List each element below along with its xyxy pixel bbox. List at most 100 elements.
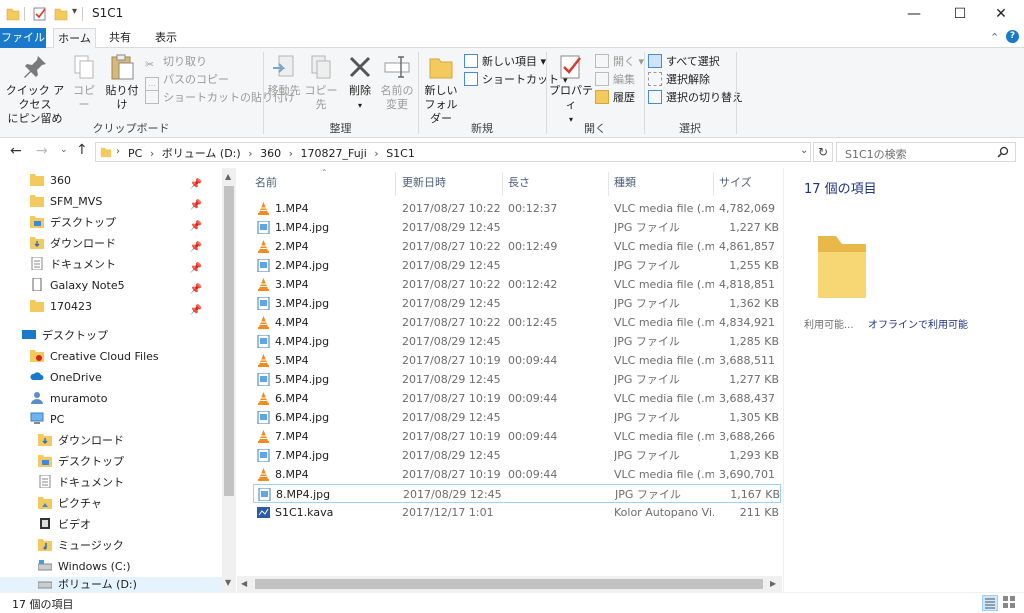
breadcrumb-s1c1[interactable]: S1C1: [386, 147, 415, 160]
tab-share[interactable]: 共有: [102, 28, 138, 48]
rename-button[interactable]: 名前の 変更: [378, 52, 416, 112]
file-row[interactable]: S1C1.kava 2017/12/17 1:01 Kolor Autopano V…: [253, 503, 781, 522]
collapse-ribbon-icon[interactable]: ⌃: [990, 31, 999, 44]
file-row[interactable]: 6.MP4.jpg 2017/08/29 12:45 JPG ファイル 1,305 K…: [253, 408, 781, 427]
file-length: 00:09:44: [508, 392, 558, 405]
nav-item-documents-quick[interactable]: ドキュメント 📌: [30, 254, 220, 275]
pin-quick-access-button[interactable]: クイック アクセス にピン留め: [4, 52, 66, 126]
history-button[interactable]: 履歴: [595, 89, 635, 107]
properties-qa-icon[interactable]: [32, 6, 48, 22]
recent-locations-icon[interactable]: ⌄: [60, 145, 68, 155]
file-date: 2017/12/17 1:01: [402, 506, 494, 519]
nav-item-volume-d[interactable]: ボリューム (D:): [0, 577, 222, 592]
nav-scrollbar[interactable]: ▲ ▼: [222, 168, 236, 592]
file-row[interactable]: 4.MP4.jpg 2017/08/29 12:45 JPG ファイル 1,285 K…: [253, 332, 781, 351]
refresh-icon[interactable]: ↻: [813, 142, 833, 162]
breadcrumb-170827-fuji[interactable]: 170827_Fuji: [300, 147, 366, 160]
nav-item-sfm-mvs[interactable]: SFM_MVS 📌: [30, 191, 220, 212]
file-row[interactable]: 5.MP4 2017/08/27 10:19 00:09:44 VLC media f…: [253, 351, 781, 370]
breadcrumb-360[interactable]: 360: [260, 147, 281, 160]
scroll-left-icon[interactable]: ◀: [241, 579, 247, 588]
nav-item-windows-c[interactable]: Windows (C:): [38, 556, 131, 577]
address-dropdown-icon[interactable]: ⌄: [800, 145, 808, 156]
nav-item-documents[interactable]: ドキュメント: [38, 472, 124, 493]
column-header-length[interactable]: 長さ: [508, 172, 530, 194]
new-folder-button[interactable]: 新しい フォルダー: [420, 52, 462, 126]
scroll-thumb[interactable]: [224, 186, 234, 496]
copy-button[interactable]: コピー: [68, 52, 100, 112]
file-row[interactable]: 5.MP4.jpg 2017/08/29 12:45 JPG ファイル 1,277 K…: [253, 370, 781, 389]
copy-to-button[interactable]: コピー先: [303, 52, 339, 112]
open-button[interactable]: 開く ▾: [595, 53, 644, 71]
file-row[interactable]: 3.MP4.jpg 2017/08/29 12:45 JPG ファイル 1,362 K…: [253, 294, 781, 313]
file-row[interactable]: 2.MP4.jpg 2017/08/29 12:45 JPG ファイル 1,255 K…: [253, 256, 781, 275]
copy-path-button[interactable]: … パスのコピー: [145, 71, 229, 91]
nav-item-music[interactable]: ミュージック: [38, 535, 124, 556]
close-button[interactable]: ✕: [978, 0, 1024, 28]
tab-home[interactable]: ホーム: [53, 28, 96, 49]
column-header-date[interactable]: 更新日時: [402, 172, 446, 194]
nav-item-downloads[interactable]: ダウンロード: [38, 430, 124, 451]
file-row[interactable]: 1.MP4.jpg 2017/08/29 12:45 JPG ファイル 1,227 K…: [253, 218, 781, 237]
large-icons-view-icon[interactable]: [1002, 595, 1018, 611]
nav-item-desktop[interactable]: デスクトップ: [22, 325, 108, 346]
search-box[interactable]: S1C1の検索: [836, 142, 1016, 162]
nav-item-360[interactable]: 360 📌: [30, 170, 220, 191]
nav-item-pictures[interactable]: ピクチャ: [38, 493, 102, 514]
new-item-button[interactable]: 新しい項目 ▾: [464, 53, 546, 71]
nav-item-videos[interactable]: ビデオ: [38, 514, 91, 535]
horizontal-scrollbar[interactable]: ◀ ▶: [237, 576, 782, 592]
file-row[interactable]: 6.MP4 2017/08/27 10:19 00:09:44 VLC media f…: [253, 389, 781, 408]
qa-dropdown-icon[interactable]: ▾: [72, 6, 77, 17]
nav-item-desktop-quick[interactable]: デスクトップ 📌: [30, 212, 220, 233]
breadcrumb-volume-d[interactable]: ボリューム (D:): [162, 147, 241, 160]
edit-button[interactable]: 編集: [595, 71, 635, 89]
minimize-button[interactable]: —: [891, 0, 937, 28]
column-header-name[interactable]: 名前: [255, 172, 277, 194]
file-row[interactable]: 8.MP4 2017/08/27 10:19 00:09:44 VLC media f…: [253, 465, 781, 484]
select-none-button[interactable]: 選択解除: [648, 71, 710, 89]
cut-button[interactable]: ✂ 切り取り: [145, 53, 207, 71]
scroll-right-icon[interactable]: ▶: [770, 579, 776, 588]
scroll-up-icon[interactable]: ▲: [225, 172, 231, 181]
details-view-icon[interactable]: [982, 595, 998, 611]
help-icon[interactable]: ?: [1006, 30, 1019, 43]
nav-item-user[interactable]: muramoto: [30, 388, 107, 409]
nav-item-170423[interactable]: 170423 📌: [30, 296, 220, 317]
scroll-thumb[interactable]: [255, 579, 763, 589]
file-row[interactable]: 7.MP4 2017/08/27 10:19 00:09:44 VLC media f…: [253, 427, 781, 446]
nav-item-onedrive[interactable]: OneDrive: [30, 367, 102, 388]
column-header-type[interactable]: 種類: [614, 172, 636, 194]
file-row[interactable]: 1.MP4 2017/08/27 10:22 00:12:37 VLC media f…: [253, 199, 781, 218]
address-bar[interactable]: › PC › ボリューム (D:) › 360 › 170827_Fuji › …: [95, 142, 811, 162]
nav-item-creative-cloud[interactable]: Creative Cloud Files: [30, 346, 159, 367]
select-all-button[interactable]: すべて選択: [648, 53, 720, 71]
maximize-button[interactable]: ☐: [937, 0, 983, 28]
nav-item-pc[interactable]: PC: [30, 409, 64, 430]
file-row[interactable]: 3.MP4 2017/08/27 10:22 00:12:42 VLC media f…: [253, 275, 781, 294]
tab-view[interactable]: 表示: [146, 28, 186, 48]
search-icon[interactable]: [997, 146, 1009, 158]
paste-button[interactable]: 貼り付け: [102, 52, 142, 112]
up-arrow-icon[interactable]: ↑: [76, 142, 88, 158]
breadcrumb-pc[interactable]: PC: [128, 147, 142, 160]
file-row[interactable]: 2.MP4 2017/08/27 10:22 00:12:49 VLC media f…: [253, 237, 781, 256]
file-row[interactable]: 4.MP4 2017/08/27 10:22 00:12:45 VLC media f…: [253, 313, 781, 332]
back-arrow-icon[interactable]: ←: [10, 143, 22, 159]
item-count-heading: 17 個の項目: [804, 182, 877, 197]
forward-arrow-icon[interactable]: →: [36, 143, 48, 159]
nav-item-downloads-quick[interactable]: ダウンロード 📌: [30, 233, 220, 254]
properties-button[interactable]: プロパティ ▾: [549, 52, 593, 127]
tab-file[interactable]: ファイル: [0, 28, 46, 48]
nav-item-galaxy-note5[interactable]: Galaxy Note5 📌: [30, 275, 220, 296]
delete-button[interactable]: 削除 ▾: [343, 52, 377, 113]
new-folder-qa-icon[interactable]: [54, 6, 68, 22]
invert-selection-button[interactable]: 選択の切り替え: [648, 89, 743, 107]
file-row[interactable]: 8.MP4.jpg 2017/08/29 12:45 JPG ファイル 1,167 K…: [253, 484, 781, 503]
file-row[interactable]: 7.MP4.jpg 2017/08/29 12:45 JPG ファイル 1,293 K…: [253, 446, 781, 465]
column-header-size[interactable]: サイズ: [719, 172, 752, 194]
search-input[interactable]: S1C1の検索: [845, 146, 907, 162]
scroll-down-icon[interactable]: ▼: [225, 578, 231, 587]
nav-item-desktop-pc[interactable]: デスクトップ: [38, 451, 124, 472]
move-to-button[interactable]: 移動先: [266, 52, 302, 98]
